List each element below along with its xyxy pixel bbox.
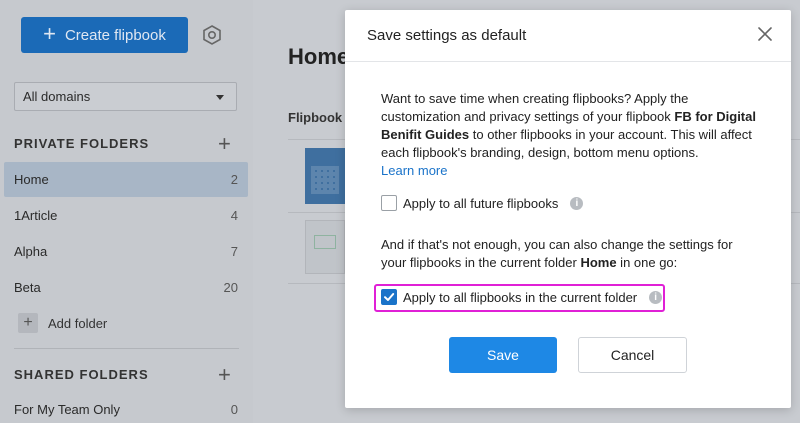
extra-text: And if that's not enough, you can also c… — [381, 237, 733, 270]
folder-name: 1Article — [14, 208, 58, 223]
flipbook-thumbnail[interactable] — [305, 148, 345, 204]
highlight-box — [374, 284, 665, 312]
folder-name: Home — [14, 172, 49, 187]
dialog-title: Save settings as default — [367, 27, 527, 44]
save-settings-dialog: Save settings as default Want to save ti… — [345, 10, 791, 408]
column-header-flipbook: Flipbook — [288, 110, 343, 125]
create-flipbook-label: Create flipbook — [64, 26, 166, 44]
folder-item-1article[interactable]: 1Article 4 — [4, 198, 248, 233]
folder-name: For My Team Only — [14, 402, 120, 417]
folder-item-for-my-team-only[interactable]: For My Team Only 0 — [4, 392, 248, 423]
extra-text: in one go: — [616, 255, 678, 270]
page-title: Home — [288, 44, 350, 69]
domain-select[interactable]: All domains — [14, 82, 237, 111]
info-icon[interactable]: i — [570, 196, 584, 210]
cancel-button[interactable]: Cancel — [578, 337, 687, 373]
folder-description: And if that's not enough, you can also c… — [381, 236, 757, 272]
current-folder-name: Home — [580, 255, 617, 270]
save-button[interactable]: Save — [449, 337, 557, 373]
close-icon[interactable] — [757, 26, 773, 42]
plus-icon: + — [18, 313, 38, 333]
sidebar: + Create flipbook All domains PRIVATE FO… — [0, 0, 253, 423]
domain-select-value: All domains — [23, 89, 91, 104]
settings-icon[interactable] — [201, 24, 223, 46]
folder-count: 7 — [230, 244, 238, 259]
dialog-divider — [345, 61, 791, 62]
folder-name: Alpha — [14, 244, 48, 259]
folder-count: 20 — [223, 280, 238, 295]
add-shared-folder-icon[interactable]: + — [218, 364, 231, 386]
divider — [14, 348, 239, 349]
plus-icon: + — [43, 21, 56, 46]
learn-more-link[interactable]: Learn more — [381, 162, 757, 180]
folder-item-beta[interactable]: Beta 20 — [4, 270, 248, 305]
intro-text: Want to save time when creating flipbook… — [381, 91, 689, 124]
future-flipbooks-label: Apply to all future flipbooks — [403, 195, 559, 211]
future-flipbooks-checkbox[interactable] — [381, 195, 397, 211]
chevron-down-icon — [216, 95, 224, 100]
folder-item-alpha[interactable]: Alpha 7 — [4, 234, 248, 269]
add-folder-label: Add folder — [48, 315, 108, 331]
dialog-description: Want to save time when creating flipbook… — [381, 90, 757, 180]
flipbook-thumbnail[interactable] — [305, 220, 345, 274]
folder-count: 2 — [230, 172, 238, 187]
folder-count: 4 — [230, 208, 238, 223]
create-flipbook-button[interactable]: + Create flipbook — [21, 17, 188, 53]
shared-folders-heading: SHARED FOLDERS — [14, 367, 149, 382]
folder-item-home[interactable]: Home 2 — [4, 162, 248, 197]
future-flipbooks-option[interactable]: Apply to all future flipbooks i — [381, 195, 584, 211]
private-folders-heading: PRIVATE FOLDERS — [14, 136, 150, 151]
folder-name: Beta — [14, 280, 41, 295]
add-folder-button[interactable]: + Add folder — [18, 313, 107, 333]
add-private-folder-icon[interactable]: + — [218, 133, 231, 155]
folder-count: 0 — [230, 402, 238, 417]
